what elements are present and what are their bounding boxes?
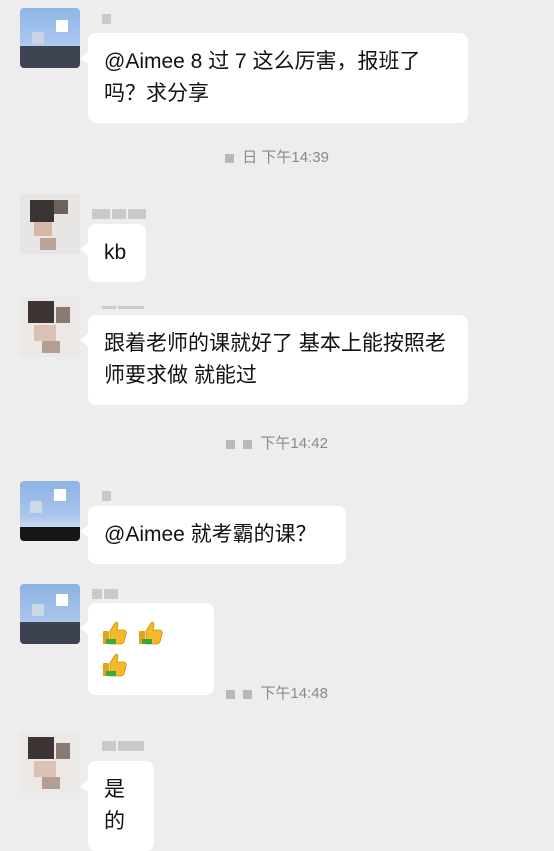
avatar[interactable] <box>20 481 80 541</box>
message-bubble[interactable]: 跟着老师的课就好了 基本上能按照老师要求做 就能过 <box>80 315 468 405</box>
obscured-block <box>243 689 253 699</box>
obscured-block <box>225 153 235 163</box>
obscured-block <box>243 439 253 449</box>
timestamp: 下午14:42 <box>0 432 554 456</box>
timestamp-text: 下午14:48 <box>260 685 328 703</box>
timestamp-text: 下午14:42 <box>260 435 328 453</box>
chat-area: @Aimee 8 过 7 这么厉害，报班了吗？求分享 日 下午14:39 kb … <box>0 0 554 851</box>
thumbs-up-icon <box>103 654 127 677</box>
message-text: @Aimee 8 过 7 这么厉害，报班了吗？求分享 <box>104 50 421 105</box>
message-bubble[interactable]: kb <box>80 224 146 282</box>
avatar[interactable] <box>20 194 80 254</box>
timestamp-text: 下午14:39 <box>261 149 329 167</box>
message-text: 是的 <box>104 778 125 833</box>
message-bubble[interactable]: @Aimee 就考霸的课？ <box>80 506 346 564</box>
avatar[interactable] <box>20 297 80 357</box>
message-bubble[interactable]: 是的 <box>80 761 154 851</box>
message-text: 跟着老师的课就好了 基本上能按照老师要求做 就能过 <box>104 332 446 387</box>
timestamp-prefix: 日 <box>242 149 258 167</box>
emoji-group <box>102 621 168 677</box>
timestamp: 日 下午14:39 <box>0 146 554 170</box>
timestamp: 下午14:48 <box>0 682 554 706</box>
message-text: kb <box>104 241 127 264</box>
thumbs-up-icon <box>138 622 163 645</box>
message-bubble[interactable]: @Aimee 8 过 7 这么厉害，报班了吗？求分享 <box>80 33 468 123</box>
avatar[interactable] <box>20 8 80 68</box>
avatar[interactable] <box>20 584 80 644</box>
sender-name-obscured <box>102 14 111 24</box>
sender-name-obscured <box>102 491 111 501</box>
sender-name-obscured <box>92 209 146 219</box>
sender-name-obscured <box>102 301 144 311</box>
sender-name-obscured <box>102 741 144 751</box>
sender-name-obscured <box>92 589 118 599</box>
message-text: @Aimee 就考霸的课？ <box>104 523 317 546</box>
obscured-block <box>226 689 236 699</box>
obscured-block <box>226 439 236 449</box>
avatar[interactable] <box>20 733 80 793</box>
thumbs-up-icon <box>103 622 127 645</box>
